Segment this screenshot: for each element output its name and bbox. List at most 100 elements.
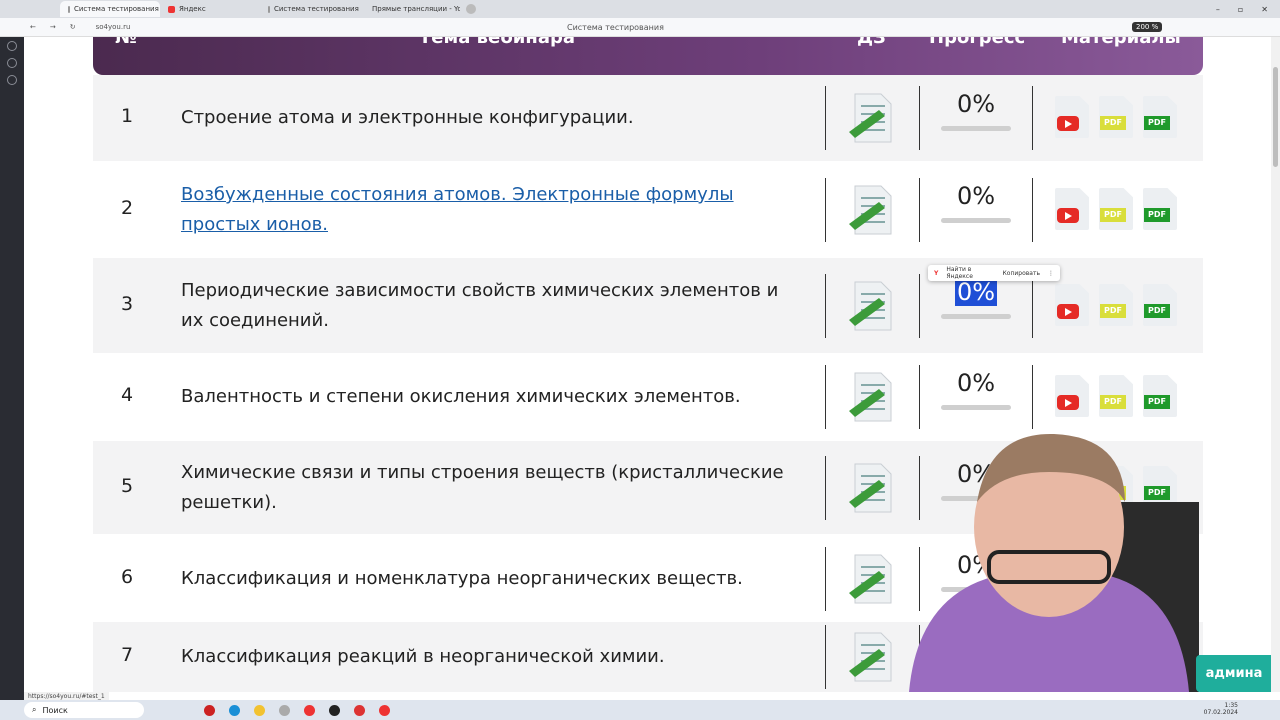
yandex-icon: Y <box>934 269 939 277</box>
column-divider <box>825 178 826 242</box>
column-divider <box>825 456 826 520</box>
app-icon[interactable] <box>354 704 365 716</box>
minimize-icon[interactable]: – <box>1216 5 1220 14</box>
search-yandex-item[interactable]: Найти в Яндексе <box>946 266 994 280</box>
table-row: 4 Валентность и степени окисления химичес… <box>93 354 1203 440</box>
column-divider <box>919 178 920 242</box>
close-icon[interactable]: ✕ <box>1261 5 1268 14</box>
progress-cell: 0% <box>939 278 1013 319</box>
topic-text: Валентность и степени окисления химическ… <box>181 386 741 407</box>
header-hw: ДЗ <box>857 37 886 48</box>
pdf-label: PDF <box>1100 304 1126 318</box>
pdf-green-icon[interactable]: PDF <box>1143 284 1177 326</box>
forward-icon[interactable]: → <box>50 23 56 31</box>
youtube-video-icon[interactable] <box>1055 96 1089 138</box>
pdf-green-icon[interactable]: PDF <box>1143 96 1177 138</box>
materials-cell: PDF PDF <box>1055 96 1185 142</box>
taskbar-search[interactable]: ⌕ Поиск <box>24 702 144 718</box>
progress-cell: 0% <box>939 90 1013 131</box>
admin-button[interactable]: админа <box>1196 655 1272 692</box>
column-divider <box>919 365 920 429</box>
tab-label: Система тестирования <box>274 5 359 13</box>
pdf-label: PDF <box>1100 208 1126 222</box>
topic-text: Строение атома и электронные конфигураци… <box>181 107 634 128</box>
header-progress: Прогресс <box>929 37 1026 48</box>
scrollbar-thumb[interactable] <box>1273 67 1278 167</box>
new-tab-icon[interactable] <box>466 4 476 14</box>
progress-bar <box>941 126 1011 131</box>
reload-icon[interactable]: ↻ <box>70 23 76 31</box>
homework-icon[interactable] <box>849 371 895 423</box>
pdf-yellow-icon[interactable]: PDF <box>1099 96 1133 138</box>
row-number: 7 <box>121 644 134 666</box>
youtube-video-icon[interactable] <box>1055 284 1089 326</box>
page-icon <box>68 5 70 13</box>
maximize-icon[interactable]: ▫ <box>1238 5 1243 14</box>
explorer-icon[interactable] <box>254 704 265 716</box>
homework-icon[interactable] <box>849 92 895 144</box>
pdf-yellow-icon[interactable]: PDF <box>1099 375 1133 417</box>
header-topic: Тема вебинара <box>419 37 576 48</box>
window-controls: – ▫ ✕ <box>1216 5 1280 14</box>
progress-cell: 0% <box>939 369 1013 410</box>
pdf-yellow-icon[interactable]: PDF <box>1099 284 1133 326</box>
row-number: 2 <box>121 197 134 219</box>
topic-text: Периодические зависимости свойств химиче… <box>181 280 779 331</box>
pdf-yellow-icon[interactable]: PDF <box>1099 188 1133 230</box>
row-number: 1 <box>121 105 134 127</box>
column-divider <box>919 86 920 150</box>
materials-cell: PDF PDF <box>1055 284 1185 330</box>
yandex-icon <box>168 5 175 13</box>
page-content: № Тема вебинара ДЗ Прогресс Материалы 1 С… <box>24 37 1272 692</box>
tab-1[interactable]: Система тестирования <box>60 1 160 17</box>
selection-context-menu: Y Найти в Яндексе Копировать ⋮ <box>928 265 1060 281</box>
row-number: 3 <box>121 293 134 315</box>
progress-bar <box>941 314 1011 319</box>
pdf-label: PDF <box>1144 208 1170 222</box>
youtube-video-icon[interactable] <box>1055 188 1089 230</box>
browser-sidebar <box>0 0 24 720</box>
clock-time: 1:35 <box>1224 702 1238 709</box>
materials-cell: PDF PDF <box>1055 375 1185 421</box>
edge-icon[interactable] <box>229 704 240 716</box>
pdf-label: PDF <box>1100 395 1126 409</box>
homework-icon[interactable] <box>849 184 895 236</box>
row-number: 6 <box>121 566 134 588</box>
tab-2[interactable]: Яндекс <box>160 1 260 17</box>
column-divider <box>919 274 920 338</box>
downloads-icon[interactable] <box>7 41 17 51</box>
opera-icon[interactable] <box>204 704 215 716</box>
tab-3[interactable]: Система тестирования <box>260 1 360 17</box>
url-field[interactable]: so4you.ru <box>96 23 131 31</box>
column-divider <box>1032 365 1033 429</box>
obs-icon[interactable] <box>329 704 340 716</box>
scrollbar[interactable] <box>1271 37 1280 692</box>
homework-icon[interactable] <box>849 280 895 332</box>
page-icon <box>268 5 270 13</box>
more-icon[interactable]: ⋮ <box>1048 270 1054 277</box>
column-divider <box>1032 86 1033 150</box>
settings-icon[interactable] <box>279 704 290 716</box>
yandex-icon[interactable] <box>379 704 390 716</box>
pdf-label: PDF <box>1144 304 1170 318</box>
tab-4[interactable]: Прямые трансляции - You <box>360 1 460 17</box>
pdf-label: PDF <box>1144 395 1170 409</box>
search-icon: ⌕ <box>32 705 37 714</box>
collections-icon[interactable] <box>7 75 17 85</box>
topic-link[interactable]: Возбужденные состояния атомов. Электронн… <box>181 180 801 240</box>
tab-bar: Система тестирования Яндекс Система тест… <box>0 0 1280 18</box>
copy-item[interactable]: Копировать <box>1003 270 1040 277</box>
column-divider <box>1032 274 1033 338</box>
pdf-label: PDF <box>1100 116 1126 130</box>
progress-value: 0% <box>956 369 996 397</box>
clock[interactable]: 1:35 07.02.2024 <box>1204 702 1238 716</box>
zoom-badge[interactable]: 200 % <box>1132 22 1163 32</box>
pdf-green-icon[interactable]: PDF <box>1143 188 1177 230</box>
yandex-browser-icon[interactable] <box>304 704 315 716</box>
pdf-green-icon[interactable]: PDF <box>1143 375 1177 417</box>
address-bar: ← → ↻ so4you.ru Система тестирования 200… <box>0 18 1280 37</box>
youtube-video-icon[interactable] <box>1055 375 1089 417</box>
row-number: 4 <box>121 384 134 406</box>
bookmarks-icon[interactable] <box>7 58 17 68</box>
back-icon[interactable]: ← <box>30 23 36 31</box>
